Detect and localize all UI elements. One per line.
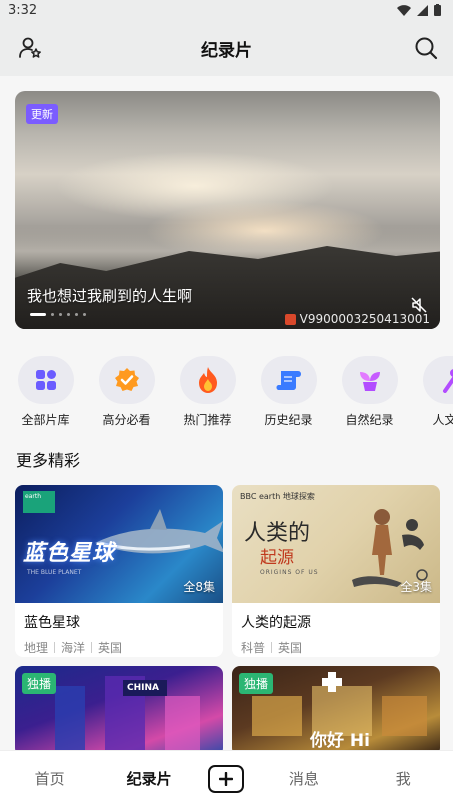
card-title: 人类的起源 [241,615,311,631]
card-poster: earth 蓝色星球 THE BLUE PLANET 全8集 [15,485,223,603]
documentary-card[interactable]: 你好 Hi 独播 [232,666,440,756]
tag-separator [91,642,93,653]
tag: 英国 [278,641,303,655]
poster-title-line2: 起源 [260,548,294,568]
card-tags: 地理 海洋 英国 [24,639,214,656]
poster-title: 你好 Hi [310,731,370,751]
status-icons [397,4,441,16]
documentary-card[interactable]: earth 蓝色星球 THE BLUE PLANET 全8集 蓝色星球 地理 海… [15,485,223,657]
top-bar: 纪录片 [0,20,453,76]
documentary-card[interactable]: BBC earth 地球探索 人类的 起源 ORIGINS OF US 全3集 … [232,485,440,657]
pagination-dot [67,313,70,316]
channel-logo: earth [23,491,55,513]
poster-subtitle: ORIGINS OF US [260,569,319,576]
episode-count: 全3集 [400,580,432,594]
page-title: 纪录片 [201,40,252,61]
episode-count: 全8集 [183,580,215,594]
flame-icon [198,367,217,393]
documentary-card[interactable]: CHINA 独播 [15,666,223,756]
category-icon-bg [17,356,74,404]
sprout-icon [359,372,380,391]
nav-documentary[interactable]: 纪录片 [109,768,189,789]
bottom-nav: 首页 纪录片 消息 我 [0,750,453,806]
category-label: 自然纪录 [345,413,394,427]
exclusive-badge: 独播 [239,673,274,694]
channel-logo: BBC earth 地球探索 [240,492,315,501]
scroll-icon [276,371,301,390]
category-label: 热门推荐 [183,413,232,427]
poster-subtitle: THE BLUE PLANET [27,569,82,576]
category-hot[interactable]: 热门推荐 [167,356,248,436]
hero-caption: 我也想过我刷到的人生啊 [27,287,193,305]
hero-pagination [30,313,86,316]
battery-icon [434,4,441,16]
update-badge: 更新 [26,104,58,124]
video-id-text: V9900003250413001 [299,312,430,326]
card-title: 蓝色星球 [24,615,80,631]
card-info: 蓝色星球 地理 海洋 英国 [15,603,223,657]
tag: 海洋 [61,641,86,655]
category-nature[interactable]: 自然纪录 [329,356,410,436]
category-icon-bg [341,356,398,404]
category-row: 全部片库 高分必看 热门推荐 历史纪录 自然纪录 人文 [0,356,453,436]
category-top-rated[interactable]: 高分必看 [86,356,167,436]
category-icon-bg [422,356,453,404]
wifi-icon [397,4,411,16]
pagination-dot [59,313,62,316]
section-title: 更多精彩 [16,451,81,470]
badge-check-icon [114,368,139,391]
tag-separator [271,642,273,653]
grid-icon [35,370,56,390]
nav-messages[interactable]: 消息 [264,768,344,789]
hero-banner[interactable]: 更新 我也想过我刷到的人生啊 V9900003250413001 [15,91,440,329]
status-bar: 3:32 [0,0,453,20]
category-icon-bg [260,356,317,404]
nav-home[interactable]: 首页 [10,768,90,789]
plus-icon [219,771,234,786]
category-all[interactable]: 全部片库 [5,356,86,436]
category-humanities[interactable]: 人文纪 [410,356,453,436]
pagination-dot [51,313,54,316]
add-button[interactable] [208,764,245,793]
category-label: 历史纪录 [264,413,313,427]
category-label: 高分必看 [102,413,151,427]
category-icon-bg [179,356,236,404]
category-label: 全部片库 [21,413,70,427]
tag: 英国 [98,641,123,655]
poster-title: CHINA [127,683,159,693]
pagination-dot [75,313,78,316]
user-star-icon[interactable] [18,36,42,60]
status-time: 3:32 [8,2,38,18]
pagination-dot [30,313,46,316]
card-tags: 科普 英国 [241,639,431,656]
hero-video-id: V9900003250413001 [284,312,430,326]
signal-icon [417,4,428,16]
card-info: 人类的起源 科普 英国 [232,603,440,657]
nav-me[interactable]: 我 [363,768,443,789]
tag: 科普 [241,641,266,655]
exclusive-badge: 独播 [22,673,57,694]
pagination-dot [83,313,86,316]
seal-icon [284,313,296,325]
card-poster: BBC earth 地球探索 人类的 起源 ORIGINS OF US 全3集 [232,485,440,603]
search-icon[interactable] [413,35,439,61]
category-icon-bg [98,356,155,404]
poster-title: 蓝色星球 [23,541,116,566]
tag-separator [54,642,56,653]
category-history[interactable]: 历史纪录 [248,356,329,436]
person-icon [442,369,453,393]
category-label: 人文纪 [432,413,453,427]
tag: 地理 [24,641,49,655]
